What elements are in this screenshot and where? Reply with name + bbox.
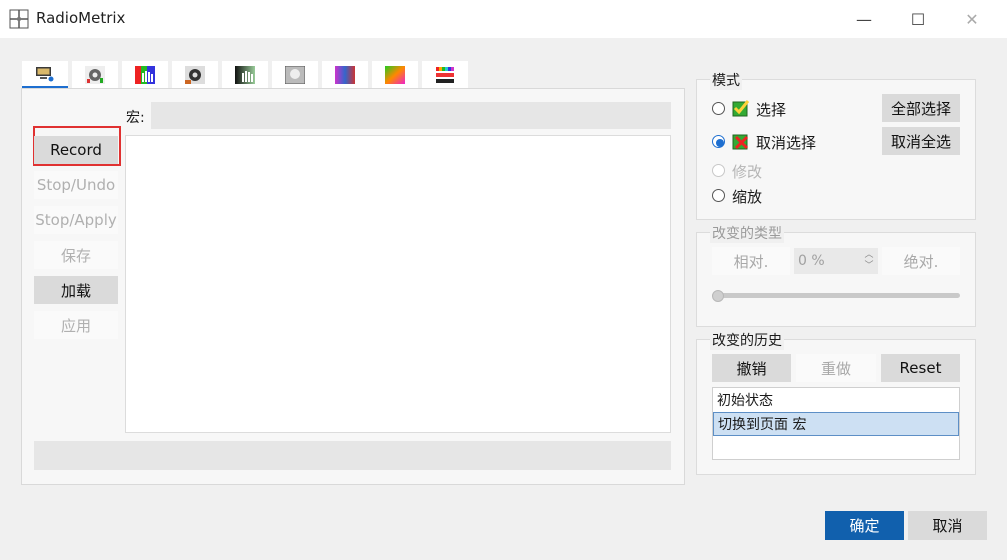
spin-arrows[interactable]: ︿ ﹀: [860, 248, 878, 274]
maximize-button[interactable]: ☐: [891, 0, 945, 38]
tab-gray-image[interactable]: [272, 61, 318, 88]
cross-mark-icon: [732, 132, 750, 154]
change-slider-thumb[interactable]: [712, 290, 724, 302]
tab-color-square[interactable]: [372, 61, 418, 88]
list-item[interactable]: 初始状态: [713, 388, 959, 412]
chevron-up-icon: ︿: [864, 250, 874, 260]
absolute-button[interactable]: 绝对.: [882, 247, 960, 275]
gray-image-icon: [285, 65, 305, 84]
hand-gradient-icon: [235, 65, 255, 84]
radio-select-label: 选择: [756, 101, 787, 119]
deselect-all-button[interactable]: 取消全选: [882, 127, 960, 155]
save-button[interactable]: 保存: [34, 241, 118, 269]
history-title: 改变的历史: [710, 330, 784, 350]
list-item-selected[interactable]: 切换到页面 宏: [713, 412, 959, 436]
radio-modify[interactable]: [712, 164, 725, 177]
macro-text-area[interactable]: [125, 135, 671, 433]
redo-button[interactable]: 重做: [796, 354, 876, 382]
close-button[interactable]: ✕: [945, 0, 999, 38]
checkmark-icon: [732, 99, 750, 121]
reset-button[interactable]: Reset: [881, 354, 960, 382]
chevron-down-icon: ﹀: [864, 261, 874, 271]
macro-label: 宏:: [126, 110, 145, 126]
gear-dark-icon: [185, 65, 205, 84]
color-bars-icon: [335, 65, 355, 84]
radio-deselect[interactable]: [712, 135, 725, 148]
close-icon: ✕: [965, 9, 979, 29]
tab-color-bars[interactable]: [322, 61, 368, 88]
apply-button[interactable]: 应用: [34, 311, 118, 339]
window-title: RadioMetrix: [36, 9, 126, 27]
tab-palette[interactable]: [422, 61, 468, 88]
load-button[interactable]: 加载: [34, 276, 118, 304]
stop-apply-button[interactable]: Stop/Apply: [34, 206, 118, 234]
change-slider-track[interactable]: [712, 293, 960, 298]
tab-gear-dark[interactable]: [172, 61, 218, 88]
select-all-button[interactable]: 全部选择: [882, 94, 960, 122]
tab-monitor[interactable]: [22, 61, 68, 88]
stop-undo-button[interactable]: Stop/Undo: [34, 171, 118, 199]
cancel-button[interactable]: 取消: [908, 511, 987, 540]
radio-select[interactable]: [712, 102, 725, 115]
status-bar: [34, 441, 671, 470]
minimize-button[interactable]: —: [837, 0, 891, 38]
record-button[interactable]: Record: [34, 136, 118, 164]
change-type-title: 改变的类型: [710, 223, 784, 243]
radio-zoom-label: 缩放: [732, 188, 763, 206]
palette-icon: [436, 66, 454, 83]
monitor-icon: [36, 66, 54, 81]
gear-chart-icon: [85, 65, 105, 84]
color-square-icon: [385, 65, 405, 84]
app-puzzle-icon: [9, 9, 29, 29]
tab-gear-chart[interactable]: [72, 61, 118, 88]
radio-deselect-label: 取消选择: [756, 134, 817, 152]
relative-button[interactable]: 相对.: [712, 247, 790, 275]
undo-button[interactable]: 撤销: [712, 354, 791, 382]
mode-group-title: 模式: [710, 70, 742, 90]
macro-name-field[interactable]: [151, 102, 671, 129]
radio-zoom[interactable]: [712, 189, 725, 202]
hand-rgb-icon: [135, 65, 155, 84]
tab-hand-rgb[interactable]: [122, 61, 168, 88]
ok-button[interactable]: 确定: [825, 511, 904, 540]
tab-hand-gradient[interactable]: [222, 61, 268, 88]
radio-modify-label: 修改: [732, 163, 763, 181]
